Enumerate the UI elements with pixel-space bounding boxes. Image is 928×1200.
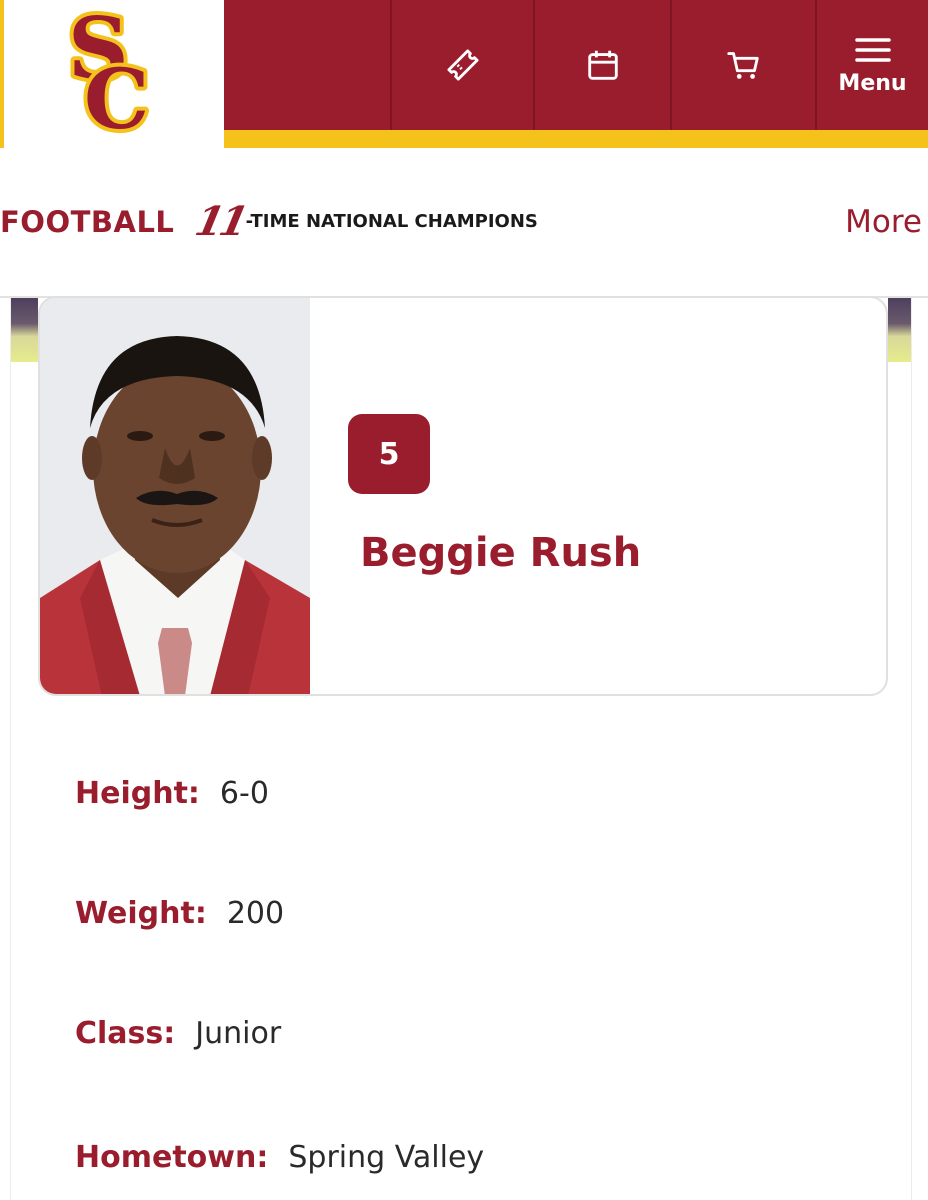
menu-button[interactable]: Menu: [815, 0, 928, 130]
header-accent-bar: [224, 130, 928, 148]
svg-text:C: C: [84, 52, 149, 134]
player-photo: [40, 298, 310, 694]
player-headshot: [40, 298, 310, 694]
bio-label: Class:: [75, 1016, 176, 1051]
jersey-number-badge: 5: [348, 414, 430, 494]
bio-label: Weight:: [75, 896, 207, 931]
schedule-button[interactable]: [533, 0, 670, 130]
site-header: S S C C Menu: [0, 0, 928, 148]
sport-title[interactable]: FOOTBALL: [0, 205, 174, 239]
championships-text: -TIME NATIONAL CHAMPIONS: [245, 211, 538, 232]
bio-value: 200: [226, 896, 285, 931]
bio-value: 6-0: [219, 776, 269, 811]
logo-link[interactable]: S S C C: [0, 0, 224, 148]
tickets-button[interactable]: [390, 0, 533, 130]
shop-button[interactable]: [670, 0, 815, 130]
bio-label: Hometown:: [75, 1140, 269, 1175]
cart-icon: [726, 52, 759, 79]
menu-label: Menu: [838, 70, 907, 96]
calendar-icon: [587, 50, 618, 80]
utility-nav: Menu: [224, 0, 928, 130]
bio-row-height: Height: 6-0: [75, 776, 269, 811]
hamburger-icon: [854, 37, 891, 62]
bio-value: Junior: [195, 1016, 282, 1051]
bio-label: Height:: [75, 776, 200, 811]
championships-badge: 11 -TIME NATIONAL CHAMPIONS: [191, 198, 538, 245]
bio-value: Spring Valley: [288, 1140, 485, 1175]
player-name: Beggie Rush: [360, 530, 642, 576]
more-menu-link[interactable]: More: [845, 204, 922, 240]
usc-logo: S S C C: [64, 4, 153, 134]
bio-row-class: Class: Junior: [75, 1016, 281, 1051]
ticket-icon: [446, 49, 479, 81]
bio-row-hometown: Hometown: Spring Valley: [75, 1140, 484, 1175]
bio-row-weight: Weight: 200: [75, 896, 284, 931]
sport-subheader: FOOTBALL 11 -TIME NATIONAL CHAMPIONS Mor…: [0, 148, 928, 298]
championships-number: 11: [191, 198, 249, 245]
player-card: 5 Beggie Rush: [38, 296, 888, 696]
